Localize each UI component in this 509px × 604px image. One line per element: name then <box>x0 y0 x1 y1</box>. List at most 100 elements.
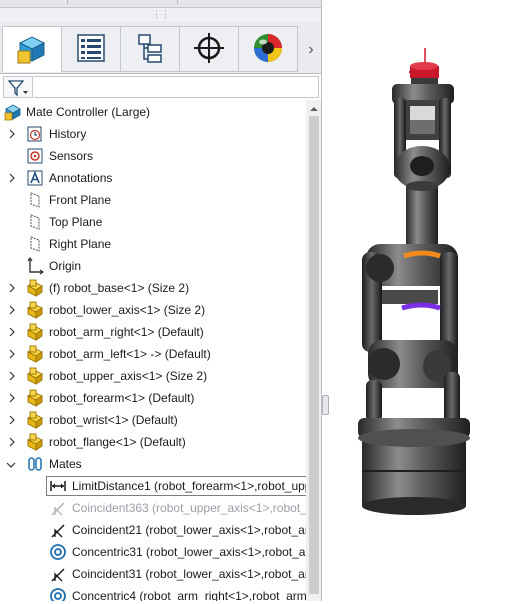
mate-label: Concentric31 (robot_lower_axis<1>,robot_… <box>72 545 306 559</box>
tree-item-label: robot_arm_left<1> -> (Default) <box>49 347 211 361</box>
top-tab-stub[interactable] <box>68 0 178 4</box>
mate-label: Concentric4 (robot_arm_right<1>,robot_ar… <box>72 589 306 601</box>
feature-tree: Mate Controller (Large) History Sensors … <box>0 100 306 601</box>
part-icon <box>26 301 44 319</box>
mate-coincident31[interactable]: Coincident31 (robot_lower_axis<1>,robot_… <box>0 563 306 585</box>
tree-item-label: Annotations <box>49 171 113 185</box>
tree-item-history[interactable]: History <box>0 123 306 145</box>
propertymanager-tab-icon <box>74 31 108 68</box>
tree-item-label: Front Plane <box>49 193 112 207</box>
tab-displaymanager[interactable] <box>238 26 298 72</box>
expand-arrow-icon[interactable] <box>8 173 16 183</box>
tree-item-label: Origin <box>49 259 82 273</box>
graphics-viewport[interactable] <box>322 0 509 601</box>
tree-item-component[interactable]: robot_flange<1> (Default) <box>0 431 306 453</box>
mate-label: Coincident31 (robot_lower_axis<1>,robot_… <box>72 567 306 581</box>
robot-arm-model[interactable] <box>322 0 509 601</box>
expand-arrow-icon[interactable] <box>8 371 16 381</box>
tree-item-origin[interactable]: Origin <box>0 255 306 277</box>
concentric-mate-icon <box>49 543 67 561</box>
expand-arrow-icon[interactable] <box>8 283 16 293</box>
tree-item-component[interactable]: robot_upper_axis<1> (Size 2) <box>0 365 306 387</box>
part-icon <box>26 323 44 341</box>
part-icon <box>26 389 44 407</box>
tree-item-mates[interactable]: Mates <box>0 453 306 475</box>
sensor-icon <box>26 147 44 165</box>
tree-item-component[interactable]: robot_forearm<1> (Default) <box>0 387 306 409</box>
part-icon <box>26 411 44 429</box>
concentric-mate-icon <box>49 587 67 601</box>
filter-input[interactable] <box>34 76 319 98</box>
robot-wrist-part[interactable] <box>392 84 454 190</box>
tree-item-component[interactable]: robot_arm_right<1> (Default) <box>0 321 306 343</box>
top-tab-stub[interactable] <box>178 0 321 4</box>
manager-tab-bar: › <box>0 22 321 74</box>
tree-item-label: Top Plane <box>49 215 103 229</box>
plane-icon <box>26 213 44 231</box>
expand-arrow-icon[interactable] <box>8 349 16 359</box>
tree-item-label: Mates <box>49 457 82 471</box>
tree-item-annotations[interactable]: Annotations <box>0 167 306 189</box>
expand-arrow-icon[interactable] <box>8 437 16 447</box>
mate-label: Coincident363 (robot_upper_axis<1>,robot… <box>72 501 306 515</box>
expand-arrow-icon[interactable] <box>8 327 16 337</box>
tree-item-label: Right Plane <box>49 237 112 251</box>
tree-item-component[interactable]: (f) robot_base<1> (Size 2) <box>0 277 306 299</box>
filter-icon <box>7 79 29 100</box>
tree-root[interactable]: Mate Controller (Large) <box>0 101 306 123</box>
panel-collapse-handle[interactable] <box>322 395 329 415</box>
robot-base-part[interactable] <box>358 418 470 515</box>
tree-item-front-plane[interactable]: Front Plane <box>0 189 306 211</box>
coincident-mate-icon <box>49 499 67 517</box>
tab-propertymanager[interactable] <box>61 26 121 72</box>
tree-item-sensors[interactable]: Sensors <box>0 145 306 167</box>
robot-lower-axis-part[interactable] <box>366 340 460 424</box>
robot-flange-part[interactable] <box>409 48 439 84</box>
tree-item-right-plane[interactable]: Right Plane <box>0 233 306 255</box>
mate-limitdistance1[interactable]: LimitDistance1 (robot_forearm<1>,robot_u… <box>0 475 306 497</box>
panel-top-strip <box>0 0 321 8</box>
configurationmanager-tab-icon <box>133 31 167 68</box>
annotations-icon <box>26 169 44 187</box>
scroll-up-icon[interactable] <box>309 103 319 113</box>
limit-distance-highlight-bottom <box>401 302 441 311</box>
tree-item-label: History <box>49 127 87 141</box>
tree-item-label: robot_arm_right<1> (Default) <box>49 325 204 339</box>
mate-coincident21[interactable]: Coincident21 (robot_lower_axis<1>,robot_… <box>0 519 306 541</box>
collapse-arrow-icon[interactable] <box>6 461 16 471</box>
plane-icon <box>26 191 44 209</box>
mate-coincident363[interactable]: Coincident363 (robot_upper_axis<1>,robot… <box>0 497 306 519</box>
tab-scroll-right-icon[interactable]: › <box>303 38 319 62</box>
tab-featuremanager[interactable] <box>2 26 62 72</box>
robot-forearm-part[interactable] <box>406 181 438 254</box>
expand-arrow-icon[interactable] <box>8 393 16 403</box>
filter-button[interactable] <box>3 76 33 98</box>
mate-concentric4[interactable]: Concentric4 (robot_arm_right<1>,robot_ar… <box>0 585 306 601</box>
part-icon <box>26 433 44 451</box>
tree-root-label: Mate Controller (Large) <box>26 105 151 119</box>
expand-arrow-icon[interactable] <box>8 305 16 315</box>
limit-distance-mate-icon <box>49 477 67 495</box>
top-tab-stub[interactable] <box>0 0 68 4</box>
coincident-mate-icon <box>49 565 67 583</box>
scrollbar-thumb[interactable] <box>309 116 319 594</box>
tree-item-top-plane[interactable]: Top Plane <box>0 211 306 233</box>
mate-concentric31[interactable]: Concentric31 (robot_lower_axis<1>,robot_… <box>0 541 306 563</box>
tree-scrollbar[interactable] <box>306 100 321 601</box>
tree-item-component[interactable]: robot_lower_axis<1> (Size 2) <box>0 299 306 321</box>
tree-item-component[interactable]: robot_arm_left<1> -> (Default) <box>0 343 306 365</box>
coincident-mate-icon <box>49 521 67 539</box>
panel-grip[interactable]: ⋮⋮ <box>0 8 321 22</box>
tree-item-label: Sensors <box>49 149 94 163</box>
tree-item-component[interactable]: robot_wrist<1> (Default) <box>0 409 306 431</box>
tree-item-label: robot_forearm<1> (Default) <box>49 391 195 405</box>
expand-arrow-icon[interactable] <box>8 129 16 139</box>
origin-icon <box>26 257 44 275</box>
tree-item-label: (f) robot_base<1> (Size 2) <box>49 281 190 295</box>
tab-configurationmanager[interactable] <box>120 26 180 72</box>
mates-folder-icon <box>26 455 44 473</box>
tab-dimxpertmanager[interactable] <box>179 26 239 72</box>
history-icon <box>26 125 44 143</box>
dimxpertmanager-tab-icon <box>192 31 226 68</box>
expand-arrow-icon[interactable] <box>8 415 16 425</box>
